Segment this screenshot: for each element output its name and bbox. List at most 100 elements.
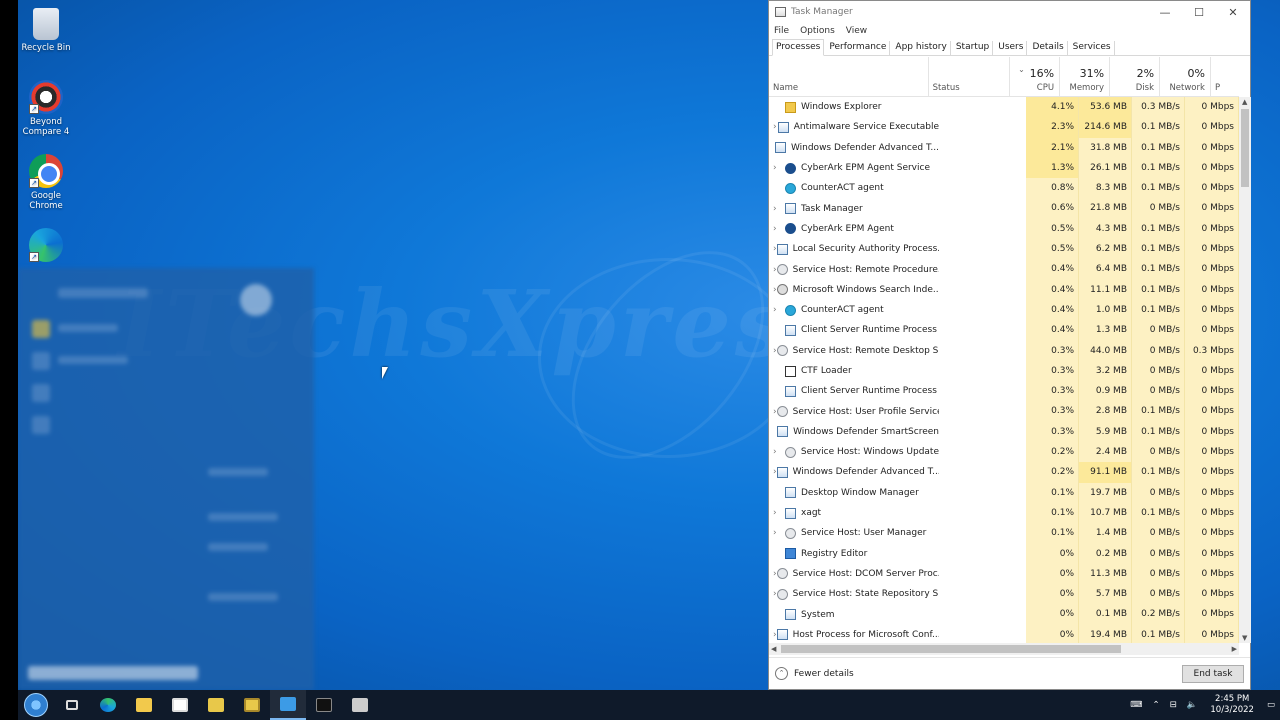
process-name: Windows Defender SmartScreen — [793, 426, 939, 437]
desktop-icon-beyond-compare[interactable]: ↗ Beyond Compare 4 — [18, 80, 74, 137]
tab-app-history[interactable]: App history — [892, 41, 951, 55]
process-memory: 0.9 MB — [1079, 381, 1132, 402]
process-memory: 214.6 MB — [1079, 117, 1132, 138]
table-row[interactable]: › Microsoft Windows Search Inde... 0.4% … — [769, 279, 1239, 300]
table-row[interactable]: › Service Host: Windows Update 0.2% 2.4 … — [769, 442, 1239, 463]
table-row[interactable]: Windows Explorer 4.1% 53.6 MB 0.3 MB/s 0… — [769, 97, 1239, 118]
start-button[interactable] — [18, 690, 54, 720]
column-status[interactable]: Status — [929, 57, 1011, 97]
keyboard-icon[interactable]: ⌨ — [1130, 700, 1142, 710]
taskbar-file-explorer[interactable] — [126, 690, 162, 720]
column-name[interactable]: Name — [769, 57, 929, 97]
table-row[interactable]: Client Server Runtime Process 0.4% 1.3 M… — [769, 320, 1239, 341]
table-row[interactable]: Client Server Runtime Process 0.3% 0.9 M… — [769, 381, 1239, 402]
table-row[interactable]: › CyberArk EPM Agent 0.5% 4.3 MB 0.1 MB/… — [769, 218, 1239, 240]
tab-performance[interactable]: Performance — [826, 41, 891, 55]
task-manager-window[interactable]: Task Manager — ☐ ✕ File Options View Pro… — [768, 0, 1251, 690]
table-row[interactable]: › Service Host: User Manager 0.1% 1.4 MB… — [769, 523, 1239, 544]
tab-users[interactable]: Users — [995, 41, 1028, 55]
scroll-right-icon[interactable]: ▶ — [1232, 645, 1237, 653]
tab-processes[interactable]: Processes — [772, 39, 825, 56]
process-network: 0 Mbps — [1185, 482, 1239, 503]
clock[interactable]: 2:45 PM 10/3/2022 — [1210, 694, 1254, 716]
expand-chevron-icon[interactable]: › — [773, 447, 785, 457]
table-row[interactable]: › xagt 0.1% 10.7 MB 0.1 MB/s 0 Mbps — [769, 502, 1239, 524]
table-row[interactable]: Windows Defender SmartScreen 0.3% 5.9 MB… — [769, 421, 1239, 443]
table-row[interactable]: › CyberArk EPM Agent Service 1.3% 26.1 M… — [769, 157, 1239, 179]
process-memory: 1.0 MB — [1079, 299, 1132, 321]
column-network[interactable]: 0% Network — [1160, 57, 1211, 97]
volume-icon[interactable]: 🔈 — [1187, 700, 1198, 710]
table-row[interactable]: › Service Host: Remote Desktop S... 0.3%… — [769, 340, 1239, 361]
table-row[interactable]: › Host Process for Microsoft Conf... 0% … — [769, 624, 1239, 643]
table-row[interactable]: Desktop Window Manager 0.1% 19.7 MB 0 MB… — [769, 482, 1239, 503]
scroll-left-icon[interactable]: ◀ — [771, 645, 776, 653]
taskbar-store[interactable] — [162, 690, 198, 720]
network-icon[interactable]: ⊟ — [1170, 700, 1177, 710]
fewer-details-button[interactable]: ⌃ Fewer details — [775, 667, 854, 680]
expand-chevron-icon[interactable]: › — [773, 204, 785, 214]
column-cpu[interactable]: ⌄ 16% CPU — [1010, 57, 1061, 97]
column-disk[interactable]: 2% Disk — [1110, 57, 1161, 97]
desktop-icon-google-chrome[interactable]: ↗ Google Chrome — [18, 154, 74, 211]
notification-icon[interactable]: ▭ — [1267, 700, 1275, 710]
show-hidden-icons-icon[interactable]: ⌃ — [1153, 700, 1160, 710]
taskbar-app-yellow[interactable] — [198, 690, 234, 720]
table-row[interactable]: Windows Defender Advanced T... 2.1% 31.8… — [769, 137, 1239, 158]
tab-services[interactable]: Services — [1070, 41, 1115, 55]
scroll-up-icon[interactable]: ▲ — [1242, 98, 1247, 106]
tab-startup[interactable]: Startup — [953, 41, 994, 55]
column-power[interactable]: P — [1211, 57, 1239, 97]
process-network: 0 Mbps — [1185, 259, 1239, 280]
taskbar-app-yellow-2[interactable] — [234, 690, 270, 720]
table-row[interactable]: › Antimalware Service Executable 2.3% 21… — [769, 117, 1239, 138]
minimize-button[interactable]: — — [1148, 6, 1182, 19]
title-bar[interactable]: Task Manager — ☐ ✕ — [769, 1, 1250, 23]
end-task-button[interactable]: End task — [1182, 664, 1244, 683]
taskbar-task-manager[interactable] — [270, 690, 306, 720]
column-memory[interactable]: 31% Memory — [1060, 57, 1111, 97]
scroll-down-icon[interactable]: ▼ — [1242, 634, 1247, 642]
desktop-icon-edge[interactable]: ↗ — [18, 228, 74, 265]
process-disk: 0 MB/s — [1132, 340, 1185, 361]
taskbar-app-gray[interactable] — [342, 690, 378, 720]
menu-options[interactable]: Options — [800, 26, 835, 36]
table-row[interactable]: › Service Host: State Repository S... 0%… — [769, 584, 1239, 605]
menu-file[interactable]: File — [774, 26, 789, 36]
close-button[interactable]: ✕ — [1216, 6, 1250, 19]
maximize-button[interactable]: ☐ — [1182, 6, 1216, 19]
table-row[interactable]: Registry Editor 0% 0.2 MB 0 MB/s 0 Mbps — [769, 543, 1239, 564]
table-row[interactable]: › CounterACT agent 0.4% 1.0 MB 0.1 MB/s … — [769, 299, 1239, 321]
expand-chevron-icon[interactable]: › — [773, 224, 785, 234]
task-view-button[interactable] — [54, 690, 90, 720]
expand-chevron-icon[interactable]: › — [773, 528, 785, 538]
table-row[interactable]: CounterACT agent 0.8% 8.3 MB 0.1 MB/s 0 … — [769, 178, 1239, 199]
column-disk-label: Disk — [1135, 83, 1155, 93]
menu-view[interactable]: View — [846, 26, 867, 36]
process-name-cell: › Service Host: Remote Procedure... — [769, 264, 939, 276]
cpu-total: 16% — [1029, 67, 1055, 80]
vertical-scrollbar[interactable]: ▲ ▼ — [1239, 97, 1251, 643]
process-name-cell: Registry Editor — [769, 548, 939, 560]
memory-total: 31% — [1079, 67, 1105, 80]
table-row[interactable]: › Service Host: User Profile Service 0.3… — [769, 401, 1239, 422]
table-row[interactable]: › Service Host: Remote Procedure... 0.4%… — [769, 259, 1239, 280]
horizontal-scrollbar[interactable]: ◀ ▶ — [769, 643, 1239, 655]
expand-chevron-icon[interactable]: › — [773, 305, 785, 315]
table-row[interactable]: CTF Loader 0.3% 3.2 MB 0 MB/s 0 Mbps — [769, 360, 1239, 382]
desktop-icon-recycle-bin[interactable]: Recycle Bin — [18, 8, 74, 53]
table-row[interactable]: System 0% 0.1 MB 0.2 MB/s 0 Mbps — [769, 604, 1239, 625]
tab-details[interactable]: Details — [1029, 41, 1068, 55]
table-row[interactable]: › Windows Defender Advanced T... 0.2% 91… — [769, 462, 1239, 483]
taskbar-terminal[interactable] — [306, 690, 342, 720]
taskbar-edge[interactable] — [90, 690, 126, 720]
table-row[interactable]: › Local Security Authority Process... 0.… — [769, 239, 1239, 260]
table-row[interactable]: › Service Host: DCOM Server Proc... 0% 1… — [769, 563, 1239, 585]
process-disk: 0.1 MB/s — [1132, 462, 1185, 483]
expand-chevron-icon[interactable]: › — [773, 508, 785, 518]
expand-chevron-icon[interactable]: › — [773, 163, 785, 173]
table-row[interactable]: › Task Manager 0.6% 21.8 MB 0 MB/s 0 Mbp… — [769, 198, 1239, 219]
vertical-scroll-thumb[interactable] — [1241, 109, 1249, 187]
process-memory: 19.7 MB — [1079, 482, 1132, 503]
horizontal-scroll-thumb[interactable] — [781, 645, 1121, 653]
